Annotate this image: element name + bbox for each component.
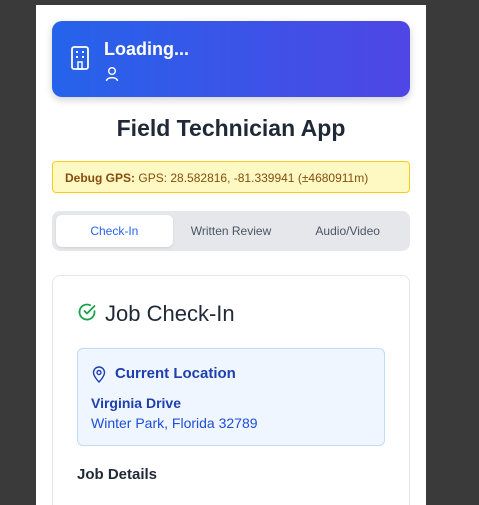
user-icon	[105, 67, 119, 82]
job-details-heading: Job Details	[77, 466, 158, 483]
checkin-title: Job Check-In	[105, 301, 235, 326]
location-street: Virginia Drive	[91, 395, 182, 411]
tab-bar: Check-In Written Review Audio/Video	[52, 211, 410, 251]
page-title: Field Technician App	[116, 115, 346, 141]
tab-audio-video[interactable]: Audio/Video	[289, 215, 406, 247]
check-circle-icon	[78, 303, 96, 321]
map-pin-icon	[92, 366, 106, 383]
checkin-card: Job Check-In Current Location Virginia D…	[52, 275, 410, 505]
tab-check-in[interactable]: Check-In	[56, 215, 173, 247]
debug-gps-label: Debug GPS:	[65, 171, 136, 185]
debug-gps-value: GPS: 28.582816, -81.339941 (±4680911m)	[138, 171, 369, 185]
header-title: Loading...	[104, 39, 189, 59]
building-icon	[71, 46, 89, 70]
app-container: Loading... Field Technician App Debug GP…	[36, 5, 426, 505]
location-city: Winter Park, Florida 32789	[91, 415, 258, 431]
header-card: Loading...	[52, 21, 410, 97]
debug-gps-bar: Debug GPS: GPS: 28.582816, -81.339941 (±…	[52, 161, 410, 193]
current-location-box: Current Location Virginia Drive Winter P…	[77, 348, 385, 446]
tab-written-review[interactable]: Written Review	[173, 215, 290, 247]
location-heading: Current Location	[115, 365, 236, 382]
